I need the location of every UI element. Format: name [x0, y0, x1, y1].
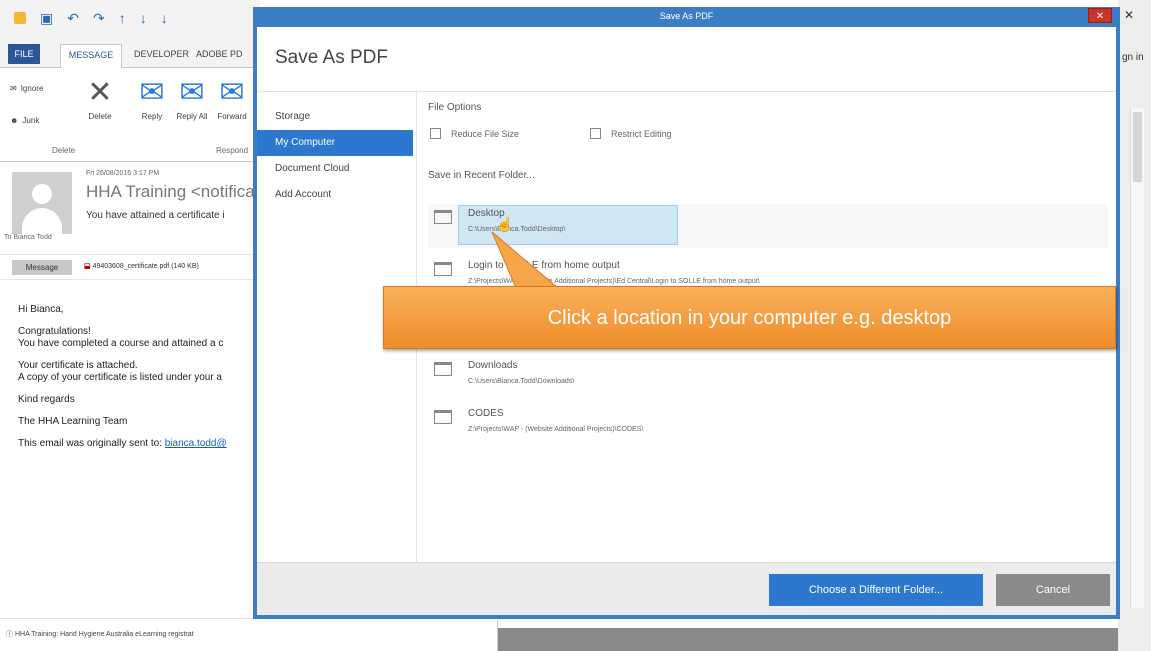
body-line: A copy of your certificate is listed und… — [18, 372, 222, 383]
attachment-file[interactable]: ⬓ 49403608_certificate.pdf (140 KB) — [84, 262, 199, 270]
close-icon: ✕ — [1095, 11, 1105, 22]
group-label-delete: Delete — [52, 146, 76, 155]
ignore-icon: ✉ — [10, 84, 17, 93]
nav-item-document-cloud[interactable]: Document Cloud — [257, 156, 413, 182]
more-icon[interactable]: ↓ — [161, 10, 168, 26]
delete-label: Delete — [88, 112, 112, 121]
up-arrow-icon[interactable]: ↑ — [119, 10, 126, 26]
tab-adobe-pdf[interactable]: ADOBE PD — [196, 44, 243, 64]
reply-label: Reply — [141, 112, 163, 121]
recent-folder-label: Save in Recent Folder... — [428, 170, 535, 181]
message-date: Fri 26/08/2016 3:17 PM — [86, 170, 160, 177]
quick-access-toolbar: ▣ ↶ ↷ ↑ ↓ ↓ — [0, 0, 260, 36]
choose-different-folder-button[interactable]: Choose a Different Folder... — [769, 574, 983, 606]
body-line: You have completed a course and attained… — [18, 338, 224, 349]
reply-all-label: Reply All — [176, 112, 208, 121]
file-options-label: File Options — [428, 102, 482, 113]
status-bar: ⓘ HHA Training: Hand Hygiene Australia e… — [0, 618, 260, 651]
ribbon-tabs: FILE MESSAGE DEVELOPER ADOBE PD — [0, 36, 260, 69]
body-line: Congratulations! — [18, 326, 91, 337]
background-panel — [262, 620, 498, 651]
group-label-respond: Respond — [216, 146, 249, 155]
pdf-icon: ⬓ — [84, 263, 91, 270]
message-tab-button[interactable]: Message — [12, 260, 72, 275]
message-header: Fri 26/08/2016 3:17 PM HHA Training <not… — [0, 162, 260, 254]
info-icon: ⓘ — [6, 631, 13, 638]
junk-button[interactable]: ☻ Junk — [10, 116, 39, 125]
forward-icon: ✉ — [219, 76, 245, 109]
body-line: This email was originally sent to: — [18, 438, 162, 449]
email-link[interactable]: bianca.todd@ — [165, 438, 227, 449]
reply-all-button[interactable]: ✉ Reply All — [172, 74, 212, 121]
down-arrow-icon[interactable]: ↓ — [140, 10, 147, 26]
close-button[interactable]: ✕ — [1088, 8, 1112, 23]
ribbon: ✉ Ignore ☻ Junk ✕ Delete ✉ Reply ✉ Reply… — [0, 68, 260, 162]
recent-folder-codes[interactable]: CODES Z:\Projects\WAP - (Website Additio… — [428, 404, 1108, 448]
tutorial-callout: Click a location in your computer e.g. d… — [383, 286, 1116, 349]
ignore-button[interactable]: ✉ Ignore — [10, 84, 43, 93]
status-text: HHA Training: Hand Hygiene Australia eLe… — [14, 631, 194, 638]
restrict-editing-checkbox[interactable]: Restrict Editing — [590, 128, 672, 139]
body-line: Kind regards — [18, 394, 75, 405]
delete-x-icon: ✕ — [87, 76, 113, 109]
cancel-button[interactable]: Cancel — [996, 574, 1110, 606]
reduce-file-size-checkbox[interactable]: Reduce File Size — [430, 128, 519, 139]
dialog-titlebar: Save As PDF ✕ — [253, 7, 1120, 27]
dialog-heading: Save As PDF — [275, 47, 388, 68]
screen: ▣ ↶ ↷ ↑ ↓ ↓ FILE MESSAGE DEVELOPER ADOBE… — [0, 0, 1151, 651]
restrict-editing-label: Restrict Editing — [611, 128, 672, 139]
reply-button[interactable]: ✉ Reply — [132, 74, 172, 121]
folder-icon — [434, 210, 452, 224]
junk-icon: ☻ — [10, 116, 19, 125]
folder-icon — [434, 262, 452, 276]
junk-label: Junk — [22, 116, 40, 125]
folder-icon — [434, 362, 452, 376]
folder-name: CODES — [468, 408, 504, 419]
reduce-file-size-label: Reduce File Size — [451, 128, 520, 139]
folder-path: Z:\Projects\WAP - (Website Additional Pr… — [468, 426, 644, 433]
attachment-name: 49403608_certificate.pdf (140 KB) — [92, 263, 199, 270]
save-icon[interactable]: ▣ — [40, 10, 53, 27]
folder-path: C:\Users\Bianca.Todd\Downloads\ — [468, 378, 575, 385]
forward-label: Forward — [217, 112, 247, 121]
mouse-cursor-icon: ☝ — [496, 216, 514, 232]
body-line: Your certificate is attached. — [18, 360, 138, 371]
undo-icon[interactable]: ↶ — [67, 10, 79, 27]
message-body: Hi Bianca, Congratulations! You have comp… — [18, 304, 260, 460]
sign-in-link[interactable]: gn in — [1122, 52, 1144, 63]
outlook-app-icon — [14, 12, 26, 24]
delete-button[interactable]: ✕ Delete — [80, 74, 120, 121]
message-subject: You have attained a certificate i — [86, 210, 225, 221]
callout-pointer — [491, 232, 560, 289]
checkbox-box[interactable] — [430, 128, 441, 139]
attachment-bar: Message ⬓ 49403608_certificate.pdf (140 … — [0, 254, 260, 280]
tab-message[interactable]: MESSAGE — [60, 44, 122, 69]
nav-item-storage: Storage — [275, 111, 311, 122]
body-line: The HHA Learning Team — [18, 416, 128, 427]
scrollbar[interactable] — [1130, 108, 1144, 608]
checkbox-box[interactable] — [590, 128, 601, 139]
ignore-label: Ignore — [20, 84, 44, 93]
nav-item-my-computer[interactable]: My Computer — [257, 130, 413, 156]
dialog-window-title: Save As PDF — [659, 11, 714, 21]
forward-button[interactable]: ✉ Forward — [212, 74, 252, 121]
body-greeting: Hi Bianca, — [18, 304, 64, 315]
redo-icon[interactable]: ↷ — [93, 10, 105, 27]
message-sender: HHA Training <notificat — [86, 182, 260, 201]
close-icon[interactable]: ✕ — [1124, 8, 1134, 22]
tab-developer[interactable]: DEVELOPER — [134, 44, 189, 64]
tab-file[interactable]: FILE — [8, 44, 40, 64]
avatar — [12, 172, 72, 234]
recent-folder-downloads[interactable]: Downloads C:\Users\Bianca.Todd\Downloads… — [428, 356, 1108, 400]
folder-name: Downloads — [468, 360, 518, 371]
scrollbar-thumb[interactable] — [1133, 112, 1142, 182]
reply-icon: ✉ — [139, 76, 165, 109]
dialog-footer: Choose a Different Folder... Cancel — [257, 562, 1116, 615]
background-panel — [498, 628, 1134, 651]
folder-icon — [434, 410, 452, 424]
reply-all-icon: ✉ — [179, 76, 205, 109]
message-recipient: To Bianca Todd — [4, 234, 52, 241]
nav-item-add-account[interactable]: Add Account — [257, 182, 413, 208]
